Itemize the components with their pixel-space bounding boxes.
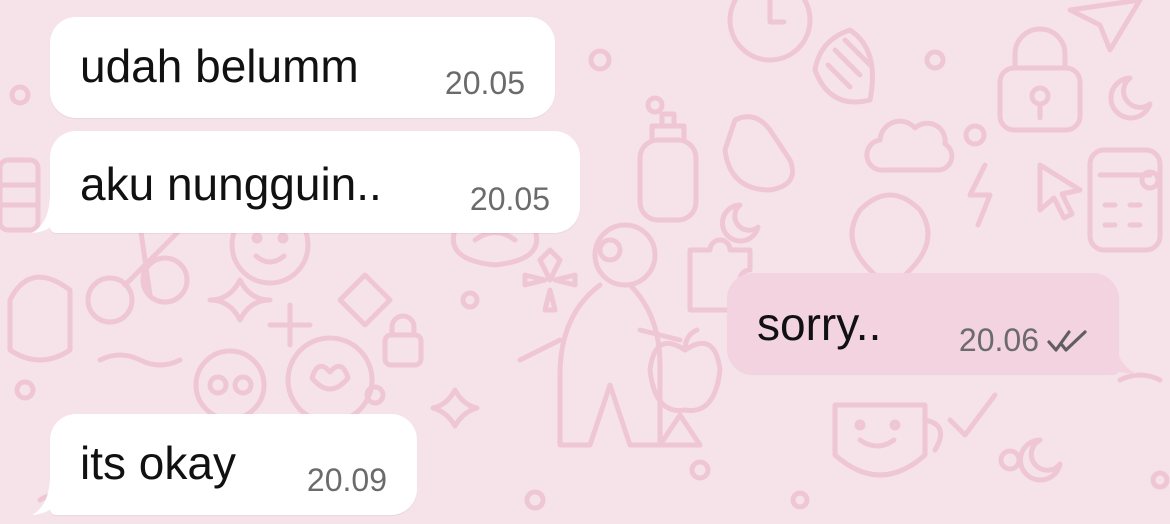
outgoing-bubble-tail — [1099, 334, 1137, 374]
incoming-bubble-tail — [32, 475, 54, 515]
message-text: aku nungguin.. — [80, 158, 382, 210]
incoming-message-bubble[interactable]: udah belumm 20.05 — [50, 17, 555, 118]
message-timestamp: 20.05 — [444, 65, 525, 101]
message-text: its okay — [80, 437, 236, 489]
double-check-icon — [1047, 330, 1087, 352]
message-timestamp: 20.06 — [958, 322, 1039, 358]
incoming-bubble-tail — [32, 193, 54, 233]
incoming-message-bubble[interactable]: its okay 20.09 — [50, 414, 417, 515]
message-text: sorry.. — [757, 298, 882, 350]
message-timestamp: 20.09 — [306, 462, 387, 498]
message-timestamp: 20.05 — [469, 181, 550, 217]
chat-message-list: udah belumm 20.05 aku nungguin.. 20.05 s… — [0, 0, 1170, 524]
incoming-message-bubble[interactable]: aku nungguin.. 20.05 — [50, 131, 580, 233]
message-text: udah belumm — [80, 40, 359, 92]
outgoing-message-bubble[interactable]: sorry.. 20.06 — [727, 273, 1119, 374]
